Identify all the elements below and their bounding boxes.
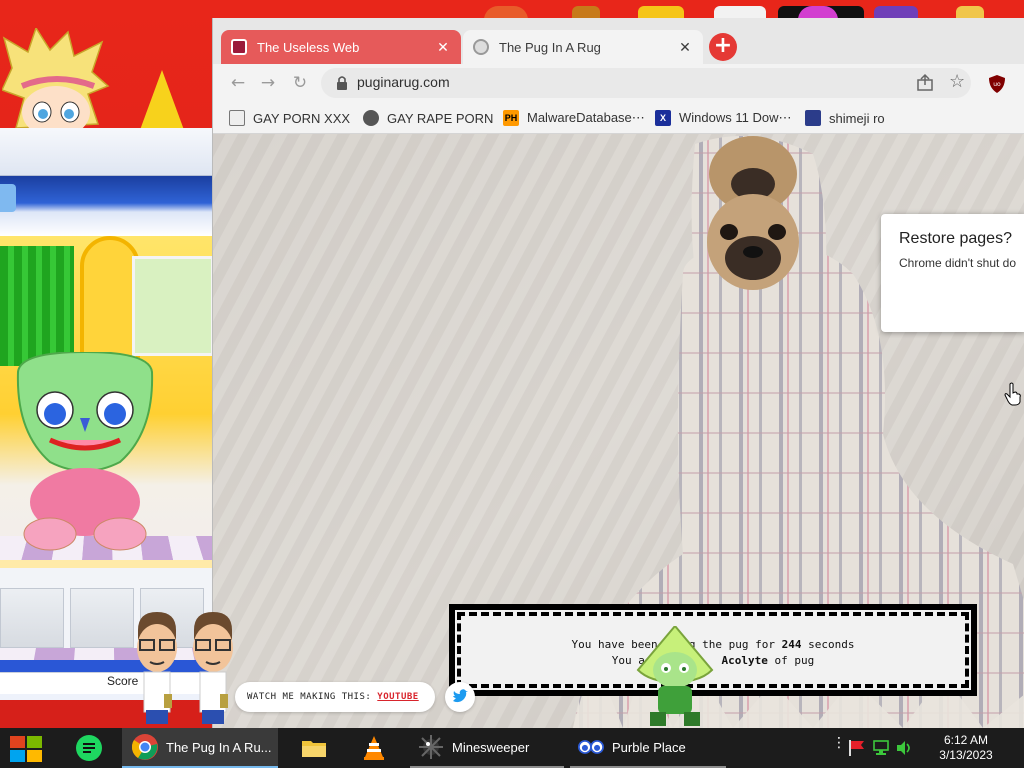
close-tab-icon[interactable]: ✕ bbox=[677, 39, 693, 56]
watch-label: WATCH ME MAKING THIS: bbox=[247, 692, 372, 702]
bookmark-item[interactable]: X Windows 11 Dow⋯ bbox=[655, 108, 791, 128]
vlc-icon bbox=[364, 736, 384, 760]
taskbar-purble-place[interactable]: Purble Place bbox=[570, 728, 726, 768]
start-windows-icon[interactable] bbox=[10, 736, 42, 762]
taskbar-label: Minesweeper bbox=[452, 739, 530, 755]
twitter-button[interactable] bbox=[445, 682, 475, 712]
ph-favicon: PH bbox=[503, 110, 519, 126]
tab-title: The Pug In A Rug bbox=[499, 39, 601, 55]
footer-tile bbox=[70, 588, 134, 648]
new-tab-button[interactable]: + bbox=[709, 33, 737, 61]
bookmark-favicon bbox=[229, 110, 245, 126]
x-favicon: X bbox=[655, 110, 671, 126]
tab-title: The Useless Web bbox=[257, 39, 360, 55]
pug-rank: Acolyte bbox=[721, 654, 768, 667]
bookmark-label: GAY RAPE PORN bbox=[387, 110, 494, 126]
purble-place-banner bbox=[0, 176, 214, 236]
forward-button[interactable]: → bbox=[257, 72, 279, 94]
taskbar-label: Purble Place bbox=[612, 739, 686, 755]
youtube-link[interactable]: YOUTUBE bbox=[377, 692, 418, 702]
tab-strip: The Useless Web ✕ The Pug In A Rug ✕ + bbox=[213, 18, 1024, 64]
bookmark-label: Windows 11 Dow⋯ bbox=[679, 110, 792, 125]
network-icon[interactable] bbox=[872, 740, 890, 756]
address-bar[interactable]: puginarug.com ☆ bbox=[321, 68, 971, 98]
system-clock[interactable]: 6:12 AM 3/13/2023 bbox=[930, 733, 1002, 763]
hank-hill-shimeji[interactable] bbox=[186, 612, 240, 730]
seconds-count: 244 bbox=[781, 638, 802, 651]
overflow-menu-icon[interactable]: ⋮ bbox=[832, 736, 846, 750]
taskbar-vlc[interactable] bbox=[350, 728, 398, 768]
twitter-icon bbox=[453, 689, 468, 703]
chrome-window[interactable]: The Useless Web ✕ The Pug In A Rug ✕ + ←… bbox=[212, 18, 1024, 728]
bookmark-label: shimeji ro bbox=[829, 110, 885, 126]
decorative-triangle bbox=[140, 70, 184, 130]
bookmark-item[interactable]: shimeji ro bbox=[805, 108, 885, 128]
bookmark-item[interactable]: GAY RAPE PORN bbox=[363, 108, 493, 128]
blue-gem-icon bbox=[0, 184, 16, 212]
cartoon-character-sticker bbox=[2, 28, 110, 142]
svg-text:uo: uo bbox=[993, 81, 1001, 88]
room-window bbox=[132, 256, 214, 356]
taskbar-minesweeper[interactable]: Minesweeper bbox=[410, 728, 564, 768]
reload-button[interactable]: ↻ bbox=[289, 72, 311, 94]
page-content[interactable]: Restore pages? Chrome didn't shut do You… bbox=[213, 134, 1024, 728]
mine-icon bbox=[419, 735, 443, 759]
chrome-icon bbox=[132, 734, 158, 760]
purble-creature bbox=[16, 352, 154, 551]
desktop-icons-row bbox=[480, 0, 1000, 20]
folder-icon bbox=[302, 741, 326, 757]
ublock-origin-icon[interactable]: uo bbox=[989, 75, 1005, 93]
green-curtain bbox=[0, 246, 74, 366]
volume-icon[interactable] bbox=[896, 740, 914, 756]
url-text: puginarug.com bbox=[357, 74, 450, 90]
peridot-shimeji[interactable] bbox=[630, 626, 720, 728]
lock-icon bbox=[337, 76, 347, 90]
bookmark-label: GAY PORN XXX bbox=[253, 110, 351, 126]
restore-pages-dialog[interactable]: Restore pages? Chrome didn't shut do bbox=[881, 214, 1024, 332]
share-icon[interactable] bbox=[915, 73, 935, 93]
flag-icon[interactable] bbox=[848, 740, 866, 756]
bookmark-item[interactable]: PH MalwareDatabase⋯ bbox=[503, 108, 645, 128]
taskbar-notes-app[interactable] bbox=[64, 728, 114, 768]
close-tab-icon[interactable]: ✕ bbox=[435, 39, 451, 56]
bookmark-label: MalwareDatabase⋯ bbox=[527, 110, 645, 125]
tab-useless-web[interactable]: The Useless Web ✕ bbox=[221, 30, 461, 64]
bookmarks-bar: GAY PORN XXX GAY RAPE PORN PH MalwareDat… bbox=[213, 102, 1024, 134]
hand-cursor-icon bbox=[1004, 382, 1021, 406]
taskbar-label: The Pug In A Ru... bbox=[166, 739, 272, 755]
globe-icon bbox=[363, 110, 379, 126]
taskbar-chrome[interactable]: The Pug In A Ru... bbox=[122, 728, 278, 768]
globe-icon bbox=[473, 39, 489, 55]
clock-time: 6:12 AM bbox=[943, 733, 989, 747]
mf-favicon bbox=[805, 110, 821, 126]
bookmark-star-icon[interactable]: ☆ bbox=[949, 71, 965, 92]
footer-tile bbox=[0, 588, 64, 648]
bookmark-item[interactable]: GAY PORN XXX bbox=[229, 108, 350, 128]
notes-icon bbox=[76, 735, 102, 761]
restore-dialog-message: Chrome didn't shut do bbox=[899, 256, 1017, 270]
tab-pug-in-a-rug[interactable]: The Pug In A Rug ✕ bbox=[463, 30, 703, 64]
back-button[interactable]: ← bbox=[227, 72, 249, 94]
browser-toolbar: ← → ↻ puginarug.com ☆ uo bbox=[213, 64, 1024, 102]
purble-place-titlebar[interactable] bbox=[0, 128, 214, 176]
clock-date: 3/13/2023 bbox=[939, 748, 993, 762]
watch-me-making-this-pill: WATCH ME MAKING THIS: YOUTUBE bbox=[235, 682, 435, 712]
eyes-icon bbox=[578, 740, 604, 754]
taskbar: The Pug In A Ru... Minesweeper Purble Pl… bbox=[0, 728, 1024, 768]
hank-hill-shimeji[interactable] bbox=[130, 612, 184, 730]
restore-dialog-title: Restore pages? bbox=[899, 230, 1012, 247]
useless-web-favicon bbox=[231, 39, 247, 55]
taskbar-file-explorer[interactable] bbox=[290, 728, 338, 768]
